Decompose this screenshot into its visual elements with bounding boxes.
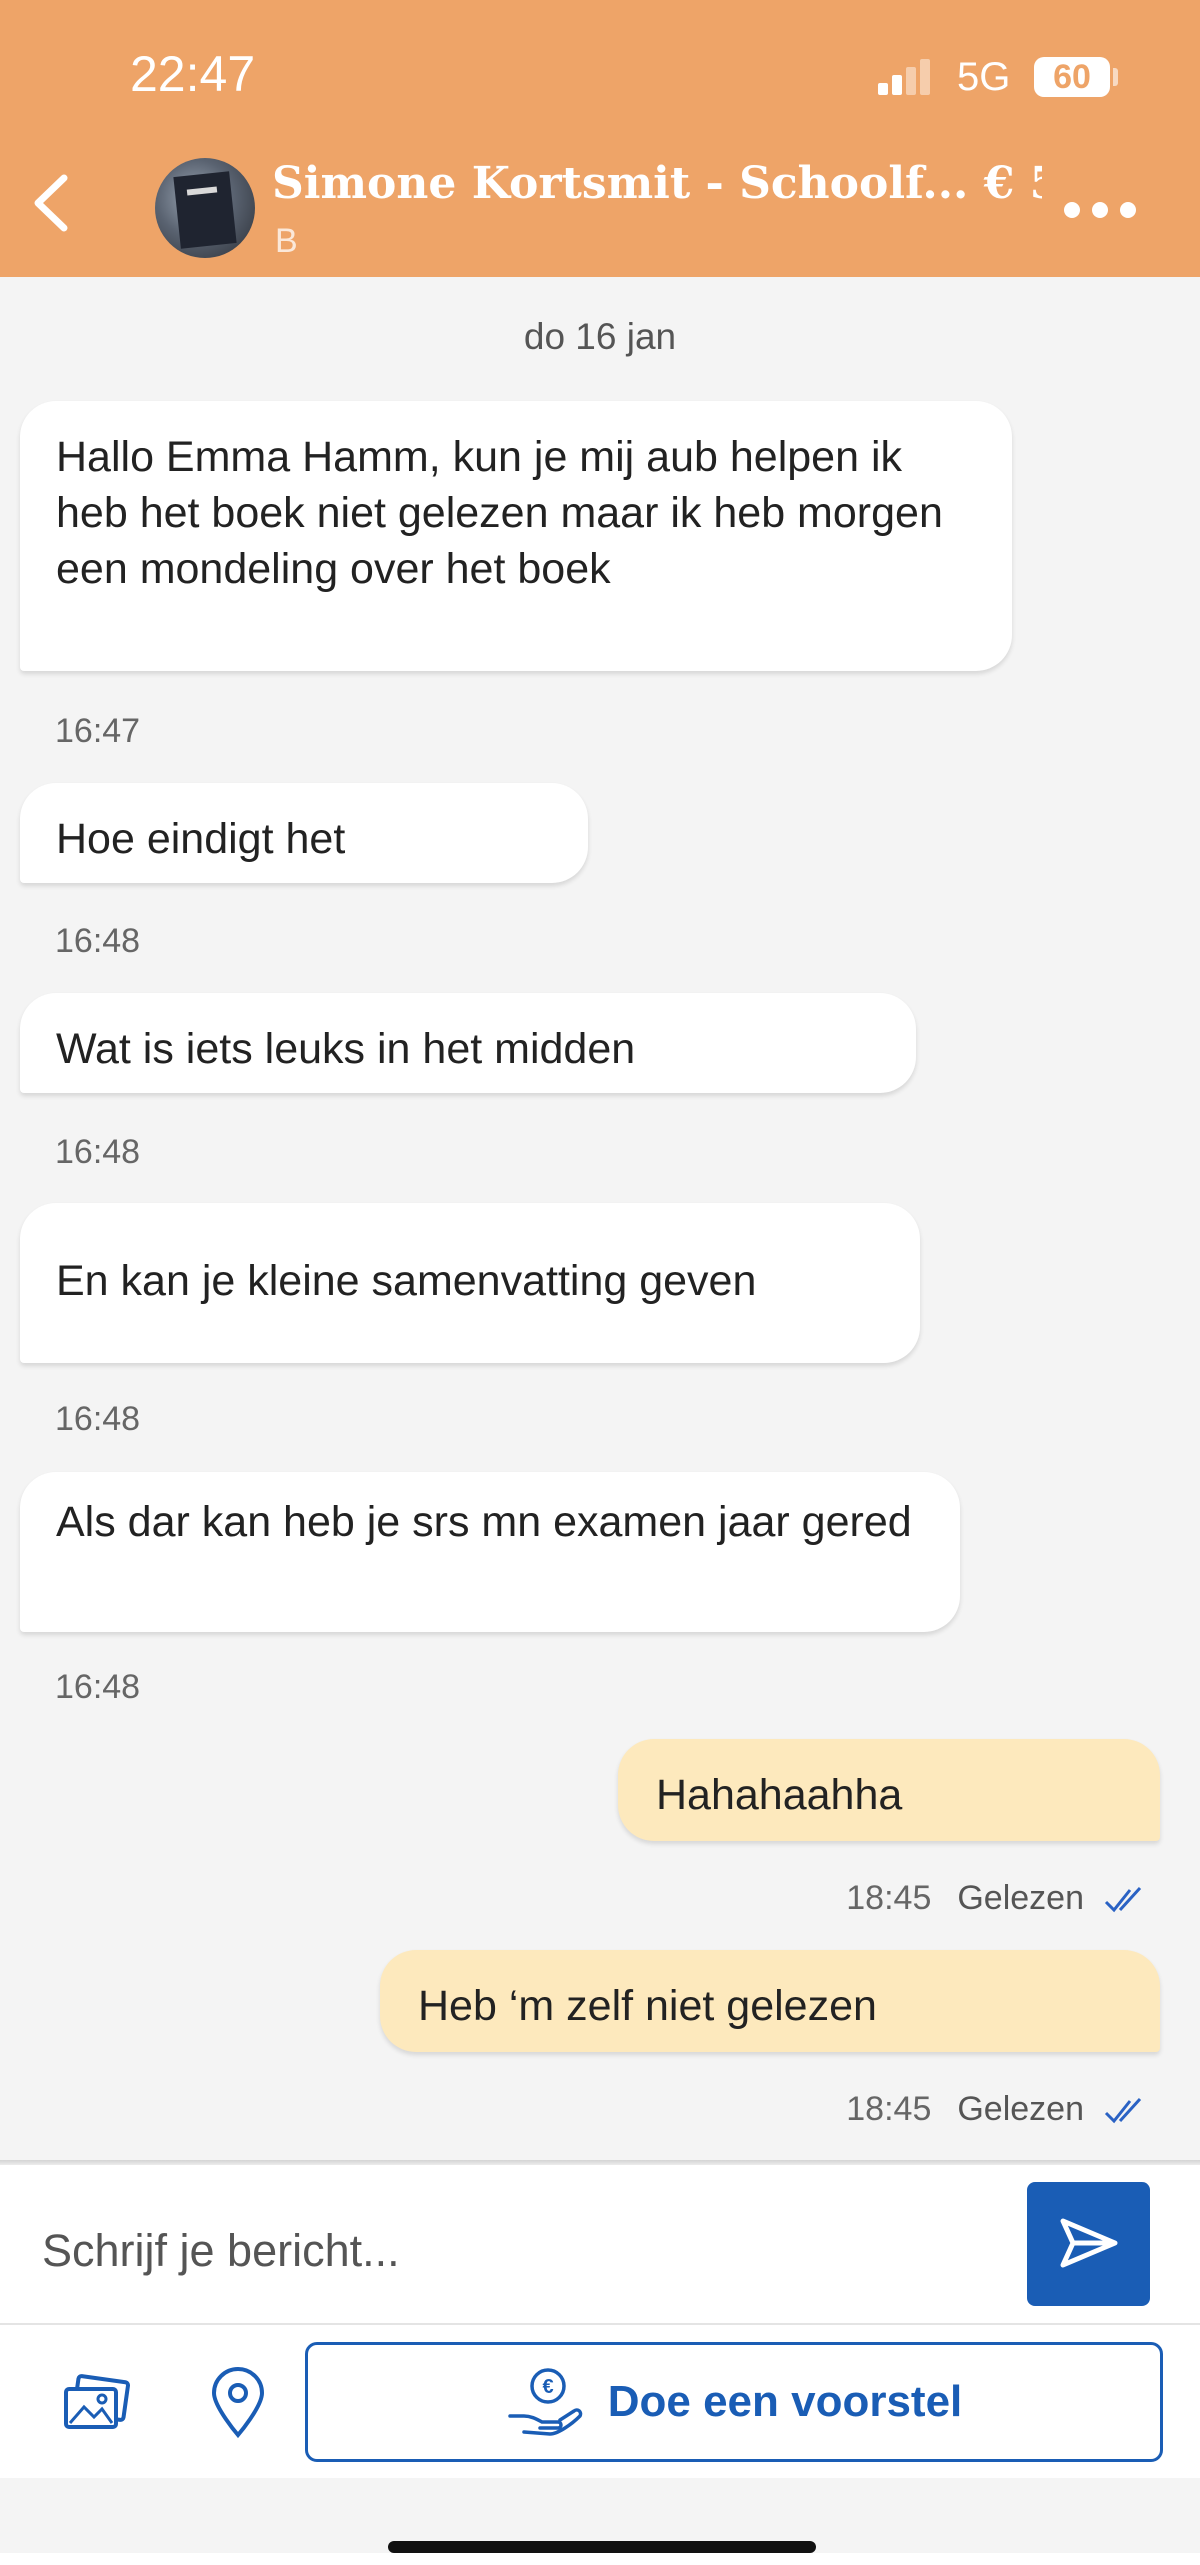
message-input[interactable] — [40, 2185, 1004, 2317]
read-status: Gelezen — [957, 1879, 1084, 1917]
read-status: Gelezen — [957, 2090, 1084, 2128]
message-time: 18:45 — [846, 2090, 932, 2128]
message-text: Heb ‘m zelf niet gelezen — [418, 1982, 877, 2030]
chat-title[interactable]: Simone Kortsmit - Schoolf... € 5,00 — [272, 158, 1042, 209]
message-time: 16:48 — [55, 1133, 141, 1171]
message-text: Hoe eindigt het — [56, 815, 346, 863]
message-time: 16:48 — [55, 1668, 141, 1706]
send-icon — [1060, 2218, 1117, 2267]
toolbar-divider — [0, 2323, 1200, 2325]
date-separator: do 16 jan — [523, 316, 677, 357]
double-check-icon — [1104, 1887, 1142, 1913]
chat-subtitle: B — [275, 222, 298, 260]
battery-icon: 60 — [1034, 57, 1110, 97]
double-check-icon — [1104, 2098, 1142, 2124]
message-text: Wat is iets leuks in het midden — [56, 1025, 636, 1073]
message-time: 18:45 — [846, 1879, 932, 1917]
message-time: 16:48 — [55, 922, 141, 960]
message-bubble[interactable]: En kan je kleine samenvatting geven — [20, 1203, 920, 1363]
network-type: 5G — [957, 55, 1011, 99]
message-meta: 18:45 Gelezen — [846, 2090, 1150, 2129]
message-bubble-outgoing[interactable]: Hahahaahha — [618, 1739, 1160, 1841]
image-gallery-icon — [64, 2374, 131, 2429]
back-button[interactable] — [22, 168, 82, 238]
message-time: 16:48 — [55, 1400, 141, 1438]
message-text: Hahahaahha — [656, 1771, 903, 1819]
message-bubble[interactable]: Hallo Emma Hamm, kun je mij aub helpen i… — [20, 401, 1012, 671]
avatar[interactable] — [155, 158, 255, 258]
message-time: 16:47 — [55, 712, 141, 750]
battery-tip — [1113, 68, 1118, 86]
message-text: Hallo Emma Hamm, kun je mij aub helpen i… — [56, 433, 943, 593]
euro-hand-icon: € — [507, 2368, 582, 2436]
svg-text:€: € — [542, 2376, 553, 2398]
gallery-button[interactable] — [62, 2373, 132, 2433]
location-pin-icon — [211, 2367, 265, 2439]
home-indicator[interactable] — [388, 2541, 816, 2553]
location-button[interactable] — [208, 2367, 268, 2439]
signal-icon — [878, 55, 938, 95]
more-options-button[interactable] — [1060, 190, 1140, 230]
message-bubble[interactable]: Als dar kan heb je srs mn examen jaar ge… — [20, 1472, 960, 1632]
message-bubble-outgoing[interactable]: Heb ‘m zelf niet gelezen — [380, 1950, 1160, 2052]
message-bubble[interactable]: Wat is iets leuks in het midden — [20, 993, 916, 1093]
send-button[interactable] — [1027, 2182, 1150, 2306]
make-offer-button[interactable]: € Doe een voorstel — [305, 2342, 1163, 2462]
message-meta: 18:45 Gelezen — [846, 1879, 1150, 1918]
status-time: 22:47 — [130, 46, 256, 102]
message-bubble[interactable]: Hoe eindigt het — [20, 783, 588, 883]
message-text: Als dar kan heb je srs mn examen jaar ge… — [56, 1498, 912, 1546]
make-offer-label: Doe een voorstel — [607, 2377, 963, 2426]
message-text: En kan je kleine samenvatting geven — [56, 1257, 757, 1305]
chevron-left-icon — [34, 174, 68, 232]
